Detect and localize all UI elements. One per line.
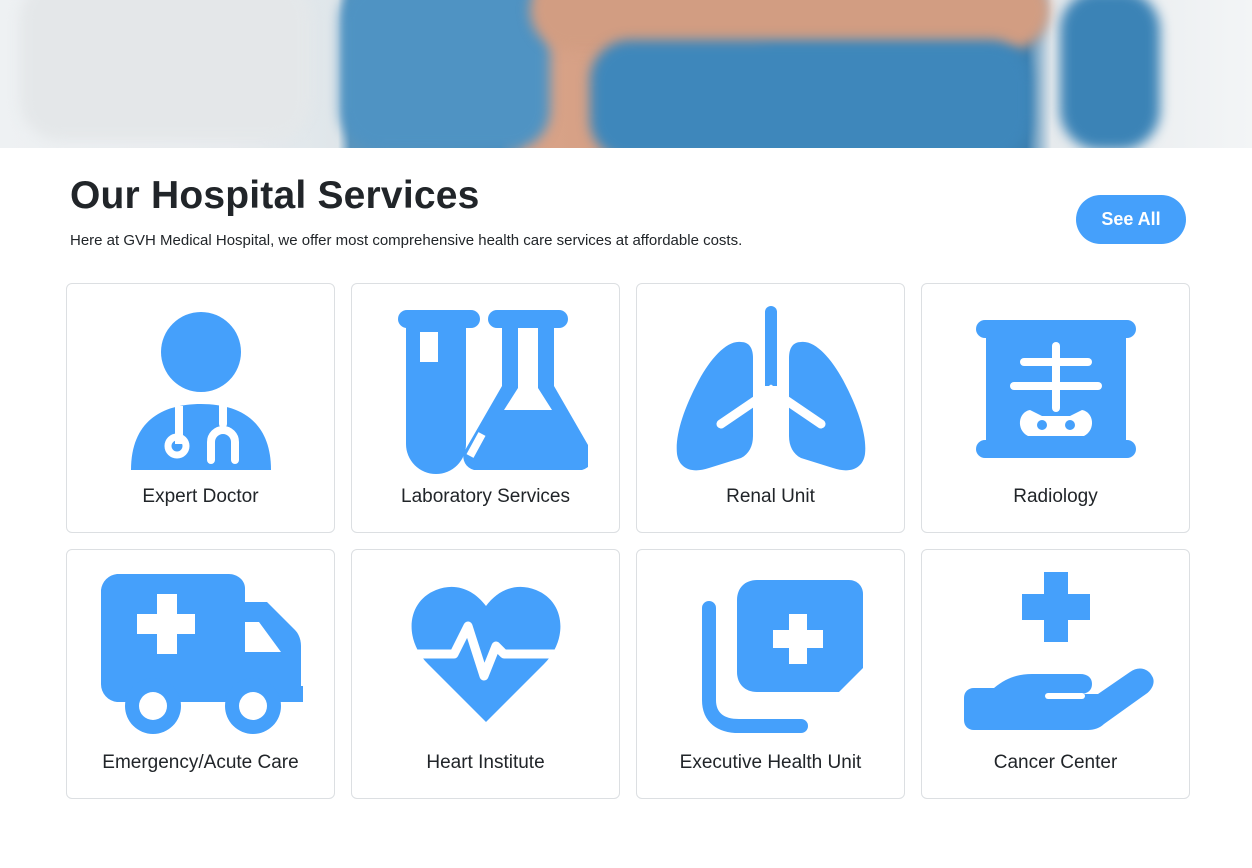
service-label: Radiology [1013, 486, 1098, 507]
service-card-laboratory[interactable]: Laboratory Services [351, 283, 620, 533]
see-all-button[interactable]: See All [1076, 195, 1186, 244]
service-label: Laboratory Services [401, 486, 570, 507]
xray-icon [954, 306, 1158, 474]
service-card-cancer-center[interactable]: Cancer Center [921, 549, 1190, 799]
page-subtitle: Here at GVH Medical Hospital, we offer m… [70, 232, 743, 249]
hero-banner-image [0, 0, 1252, 148]
lungs-icon [669, 306, 873, 474]
hand-holding-medical-icon [954, 572, 1158, 740]
heart-pulse-icon [384, 572, 588, 740]
service-card-renal-unit[interactable]: Renal Unit [636, 283, 905, 533]
service-label: Executive Health Unit [679, 752, 862, 773]
service-label: Renal Unit [726, 486, 815, 507]
service-card-emergency[interactable]: Emergency/Acute Care [66, 549, 335, 799]
service-card-expert-doctor[interactable]: Expert Doctor [66, 283, 335, 533]
service-label: Cancer Center [993, 752, 1118, 773]
lab-flask-icon [384, 306, 593, 474]
service-card-heart-institute[interactable]: Heart Institute [351, 549, 620, 799]
service-card-radiology[interactable]: Radiology [921, 283, 1190, 533]
services-header: Our Hospital Services Here at GVH Medica… [70, 174, 1190, 249]
page-title: Our Hospital Services [70, 174, 480, 217]
services-grid: Expert Doctor Laboratory Services Renal … [66, 283, 1190, 799]
service-label: Heart Institute [426, 752, 545, 773]
ambulance-icon [99, 572, 319, 740]
medical-file-icon [669, 572, 873, 740]
doctor-icon [99, 306, 303, 474]
service-label: Expert Doctor [142, 486, 259, 507]
service-label: Emergency/Acute Care [102, 752, 299, 773]
service-card-executive-health[interactable]: Executive Health Unit [636, 549, 905, 799]
